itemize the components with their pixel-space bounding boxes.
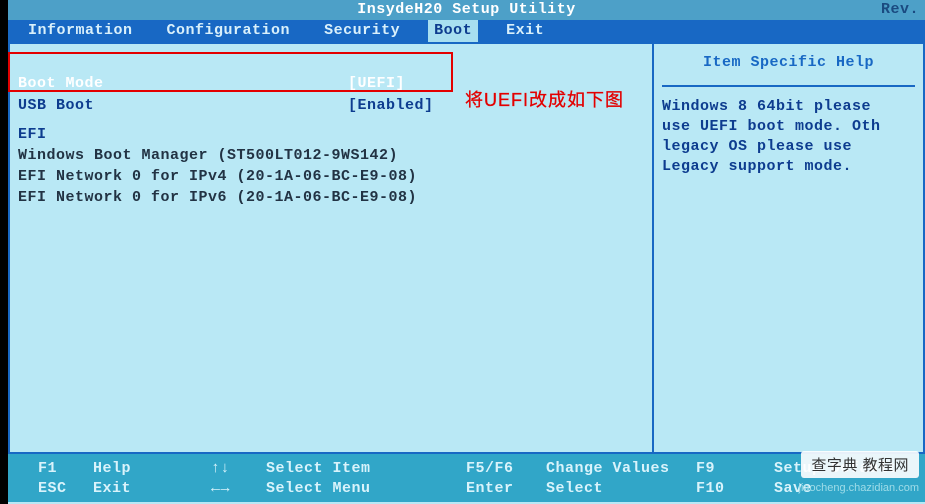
- revision-label: Rev.: [881, 0, 919, 20]
- key-esc-label: Exit: [93, 479, 211, 499]
- boot-item[interactable]: EFI Network 0 for IPv4 (20-1A-06-BC-E9-0…: [18, 166, 640, 187]
- key-enter-label: Select: [546, 479, 696, 499]
- key-f1-label: Help: [93, 459, 211, 479]
- menu-bar: Information Configuration Security Boot …: [8, 20, 925, 42]
- title-bar: InsydeH20 Setup Utility Rev.: [8, 0, 925, 20]
- key-leftright-label: Select Menu: [266, 479, 466, 499]
- help-divider: [662, 85, 915, 87]
- settings-panel: Boot Mode [UEFI] USB Boot [Enabled] EFI …: [8, 42, 653, 454]
- key-f5f6-label: Change Values: [546, 459, 696, 479]
- watermark-url: jiaocheng.chazidian.com: [799, 482, 919, 494]
- help-line: Windows 8 64bit please: [662, 97, 915, 117]
- key-esc: ESC: [38, 479, 93, 499]
- key-updown: ↑↓: [211, 459, 266, 479]
- key-f1: F1: [38, 459, 93, 479]
- boot-mode-label: Boot Mode: [18, 75, 348, 92]
- key-f5f6: F5/F6: [466, 459, 546, 479]
- help-title: Item Specific Help: [662, 54, 915, 71]
- boot-item[interactable]: Windows Boot Manager (ST500LT012-9WS142): [18, 145, 640, 166]
- tab-exit[interactable]: Exit: [500, 20, 550, 42]
- key-enter: Enter: [466, 479, 546, 499]
- help-body: Windows 8 64bit please use UEFI boot mod…: [662, 97, 915, 177]
- help-line: use UEFI boot mode. Oth: [662, 117, 915, 137]
- util-title: InsydeH20 Setup Utility: [357, 1, 576, 18]
- key-f10: F10: [696, 479, 774, 499]
- boot-mode-value: [UEFI]: [348, 75, 405, 92]
- help-line: Legacy support mode.: [662, 157, 915, 177]
- key-updown-label: Select Item: [266, 459, 466, 479]
- efi-section-header: EFI: [18, 126, 640, 143]
- help-panel: Item Specific Help Windows 8 64bit pleas…: [653, 42, 925, 454]
- usb-boot-value: [Enabled]: [348, 97, 434, 114]
- footer-bar: F1 Help ↑↓ Select Item F5/F6 Change Valu…: [8, 454, 925, 502]
- usb-boot-label: USB Boot: [18, 97, 348, 114]
- annotation-text: 将UEFI改成如下图: [465, 86, 624, 112]
- key-leftright: ←→: [211, 479, 266, 499]
- key-f9: F9: [696, 459, 774, 479]
- main-area: Boot Mode [UEFI] USB Boot [Enabled] EFI …: [8, 42, 925, 454]
- tab-configuration[interactable]: Configuration: [161, 20, 297, 42]
- watermark: 查字典 教程网: [801, 451, 919, 478]
- tab-security[interactable]: Security: [318, 20, 406, 42]
- tab-boot[interactable]: Boot: [428, 20, 478, 42]
- tab-information[interactable]: Information: [22, 20, 139, 42]
- bios-screen: InsydeH20 Setup Utility Rev. Information…: [8, 0, 925, 504]
- boot-item[interactable]: EFI Network 0 for IPv6 (20-1A-06-BC-E9-0…: [18, 187, 640, 208]
- help-line: legacy OS please use: [662, 137, 915, 157]
